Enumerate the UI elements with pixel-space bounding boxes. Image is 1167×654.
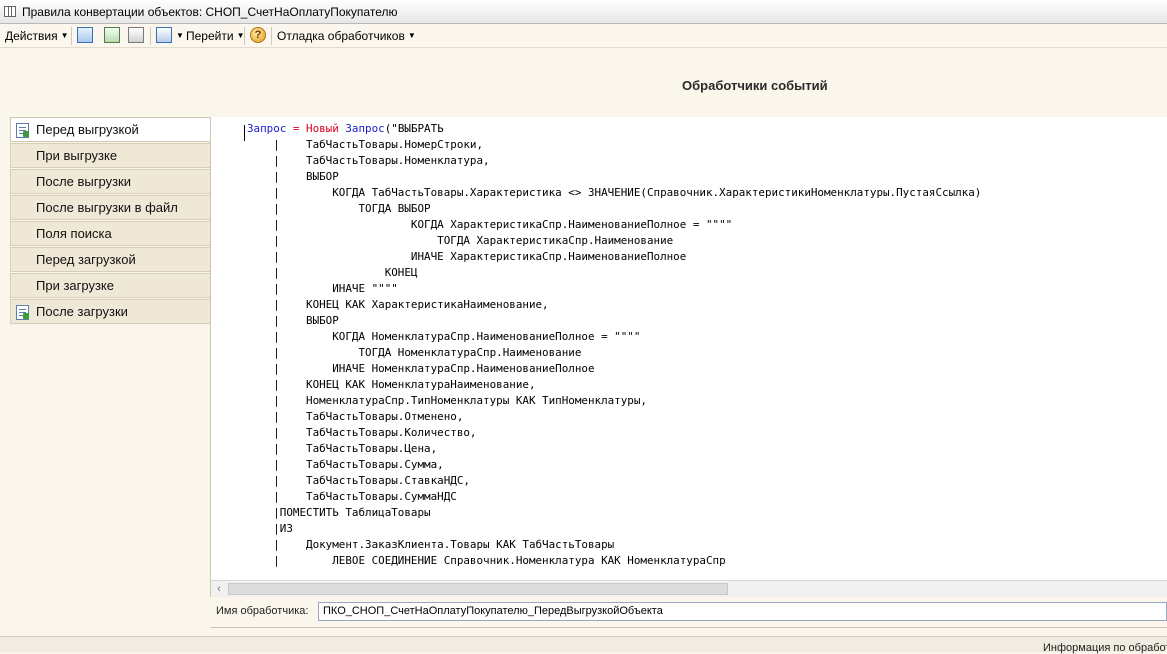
code-line: | ИНАЧЕ ХарактеристикаСпр.НаименованиеПо… bbox=[247, 250, 687, 263]
tab-event-5[interactable]: Перед загрузкой bbox=[10, 247, 210, 272]
divider bbox=[210, 627, 1167, 628]
code-line: | КОГДА ТабЧастьТовары.Характеристика <>… bbox=[247, 186, 982, 199]
code-line: | ТабЧастьТовары.СуммаНДС bbox=[247, 490, 457, 503]
code-line: |ПОМЕСТИТЬ ТаблицаТовары bbox=[247, 506, 431, 519]
code-line: | КОГДА ХарактеристикаСпр.НаименованиеПо… bbox=[247, 218, 733, 231]
tab-label: Поля поиска bbox=[36, 226, 112, 241]
toolbar-separator bbox=[71, 27, 72, 45]
code-line: | ТабЧастьТовары.НомерСтроки, bbox=[247, 138, 484, 151]
code-lines: | ТабЧастьТовары.НомерСтроки, | ТабЧасть… bbox=[247, 138, 981, 567]
code-line: | ТабЧастьТовары.Количество, bbox=[247, 426, 477, 439]
scrollbar-thumb[interactable] bbox=[228, 583, 728, 595]
tab-label: При выгрузке bbox=[36, 148, 118, 163]
go-menu-button[interactable]: Перейти ▼ bbox=[186, 27, 244, 44]
status-bar: Информация по обработ bbox=[0, 636, 1167, 654]
tab-event-0[interactable]: Перед выгрузкой bbox=[10, 117, 210, 142]
code-line: | ТабЧастьТовары.Номенклатура, bbox=[247, 154, 490, 167]
code-line: | ТабЧастьТовары.Сумма, bbox=[247, 458, 444, 471]
tab-event-4[interactable]: Поля поиска bbox=[10, 221, 210, 246]
code-line: | КОГДА НоменклатураСпр.НаименованиеПолн… bbox=[247, 330, 641, 343]
tab-event-2[interactable]: После выгрузки bbox=[10, 169, 210, 194]
toolbar-separator bbox=[150, 27, 151, 45]
tab-event-6[interactable]: При загрузке bbox=[10, 273, 210, 298]
debug-handlers-menu-button[interactable]: Отладка обработчиков ▼ bbox=[277, 27, 416, 44]
chevron-down-icon: ▼ bbox=[60, 31, 69, 40]
go-menu-label: Перейти bbox=[186, 28, 234, 43]
window-title: Правила конвертации объектов: СНОП_СчетН… bbox=[22, 5, 398, 19]
actions-menu-label: Действия bbox=[5, 28, 58, 43]
go-menu-caret[interactable]: ▼ bbox=[173, 27, 184, 44]
code-line: | ИНАЧЕ """" bbox=[247, 282, 398, 295]
code-token-var: Запрос bbox=[247, 122, 287, 135]
chevron-down-icon: ▼ bbox=[176, 31, 184, 40]
refresh-icon[interactable] bbox=[104, 27, 120, 43]
scroll-left-arrow-icon[interactable]: ‹ bbox=[212, 582, 226, 596]
write-back-icon[interactable] bbox=[77, 27, 93, 43]
tab-event-7[interactable]: После загрузки bbox=[10, 299, 210, 324]
actions-menu-button[interactable]: Действия ▼ bbox=[5, 27, 69, 44]
text-cursor bbox=[244, 125, 245, 141]
code-line: |ИЗ bbox=[247, 522, 293, 535]
code-line: | ТабЧастьТовары.СтавкаНДС, bbox=[247, 474, 470, 487]
code-token-eq: = bbox=[286, 122, 307, 135]
code-line: | ИНАЧЕ НоменклатураСпр.НаименованиеПолн… bbox=[247, 362, 595, 375]
code-line: | ЛЕВОЕ СОЕДИНЕНИЕ Справочник.Номенклату… bbox=[247, 554, 726, 567]
code-token-new: Новый bbox=[306, 122, 339, 135]
handler-name-field[interactable]: ПКО_СНОП_СчетНаОплатуПокупателю_ПередВыг… bbox=[318, 602, 1167, 621]
title-bar: Правила конвертации объектов: СНОП_СчетН… bbox=[0, 0, 1167, 24]
code-line: | НоменклатураСпр.ТипНоменклатуры КАК Ти… bbox=[247, 394, 647, 407]
code-line: | ТабЧастьТовары.Отменено, bbox=[247, 410, 464, 423]
toolbar-separator bbox=[271, 27, 272, 45]
tab-event-1[interactable]: При выгрузке bbox=[10, 143, 210, 168]
window-app-icon bbox=[4, 6, 16, 17]
debug-handlers-label: Отладка обработчиков bbox=[277, 28, 405, 43]
code-line: | ВЫБОР bbox=[247, 314, 339, 327]
tab-label: Перед выгрузкой bbox=[36, 122, 139, 137]
go-to-icon[interactable] bbox=[156, 27, 172, 43]
code-line: | КОНЕЦ bbox=[247, 266, 418, 279]
code-token-rest: ("ВЫБРАТЬ bbox=[384, 122, 444, 135]
tab-label: После выгрузки в файл bbox=[36, 200, 178, 215]
tab-label: Перед загрузкой bbox=[36, 252, 136, 267]
tab-label: При загрузке bbox=[36, 278, 114, 293]
code-line: | ТОГДА ВЫБОР bbox=[247, 202, 431, 215]
code-line: | КОНЕЦ КАК ХарактеристикаНаименование, bbox=[247, 298, 549, 311]
help-icon[interactable]: ? bbox=[250, 27, 266, 43]
handler-name-label: Имя обработчика: bbox=[216, 605, 309, 617]
horizontal-scrollbar[interactable]: ‹ bbox=[211, 580, 1167, 597]
toolbar-separator bbox=[244, 27, 245, 45]
event-tabs: Перед выгрузкой При выгрузке После выгрузк… bbox=[10, 117, 210, 325]
tab-label: После выгрузки bbox=[36, 174, 131, 189]
handler-present-icon bbox=[16, 123, 29, 138]
tab-label: После загрузки bbox=[36, 304, 128, 319]
code-line: | ТабЧастьТовары.Цена, bbox=[247, 442, 438, 455]
code-line: | Документ.ЗаказКлиента.Товары КАК ТабЧа… bbox=[247, 538, 615, 551]
code-line: | КОНЕЦ КАК НоменклатураНаименование, bbox=[247, 378, 536, 391]
code-text[interactable]: Запрос = Новый Запрос("ВЫБРАТЬ | ТабЧаст… bbox=[247, 121, 981, 569]
section-title: Обработчики событий bbox=[682, 78, 828, 93]
status-info-text[interactable]: Информация по обработ bbox=[1043, 642, 1167, 654]
tab-event-3[interactable]: После выгрузки в файл bbox=[10, 195, 210, 220]
code-token-type: Запрос bbox=[345, 122, 385, 135]
chevron-down-icon: ▼ bbox=[407, 31, 416, 40]
code-line: | ТОГДА НоменклатураСпр.Наименование bbox=[247, 346, 582, 359]
code-line: | ТОГДА ХарактеристикаСпр.Наименование bbox=[247, 234, 674, 247]
toolbar: Действия ▼ ▼ Перейти ▼ ? Отладка обработ… bbox=[0, 24, 1167, 48]
handler-present-icon bbox=[16, 305, 29, 320]
copy-icon[interactable] bbox=[128, 27, 144, 43]
code-editor[interactable]: Запрос = Новый Запрос("ВЫБРАТЬ | ТабЧаст… bbox=[210, 117, 1167, 597]
code-line: | ВЫБОР bbox=[247, 170, 339, 183]
